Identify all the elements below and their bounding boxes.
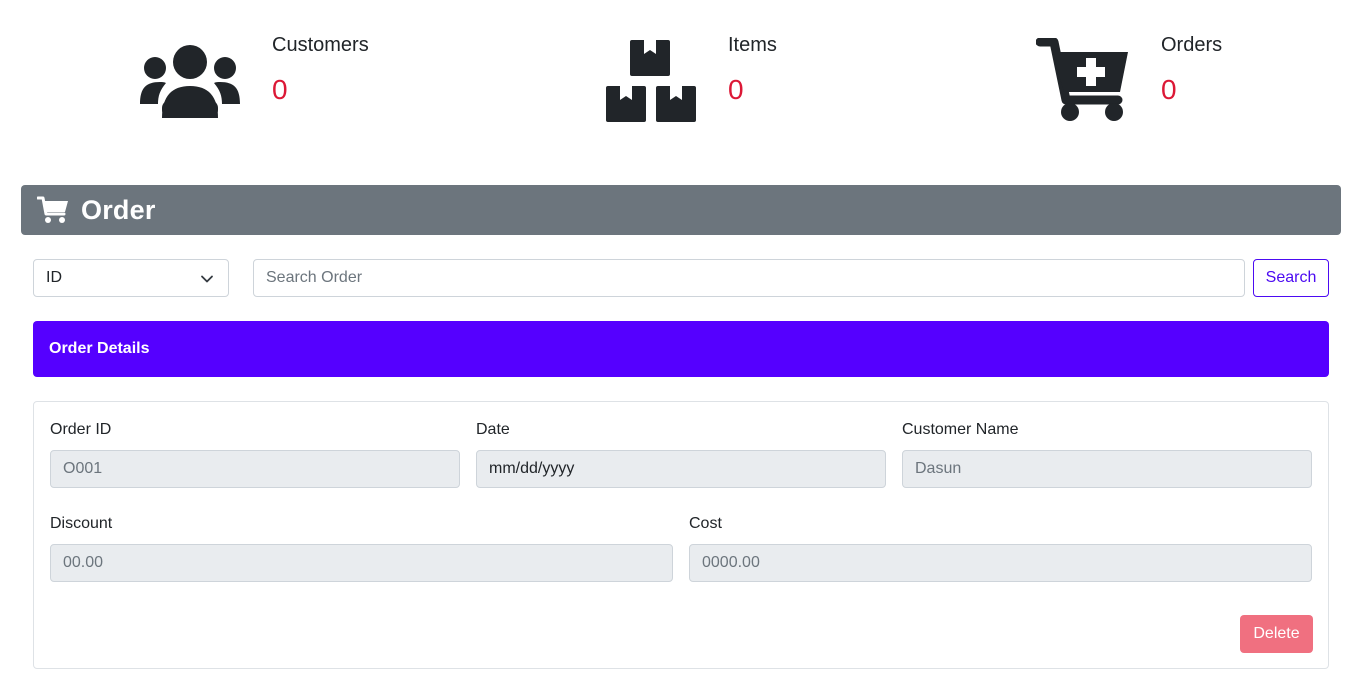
order-id-label: Order ID (50, 421, 112, 438)
cost-label: Cost (689, 515, 722, 532)
order-details-card: Order ID O001 Date mm/dd/yyyy Customer N… (33, 401, 1329, 669)
cost-field[interactable]: 0000.00 (689, 544, 1312, 582)
search-filter-select[interactable]: ID (33, 259, 229, 297)
customer-name-field[interactable]: Dasun (902, 450, 1312, 488)
users-icon (140, 45, 240, 118)
customers-count: 0 (272, 74, 288, 105)
search-placeholder: Search Order (266, 269, 363, 286)
orders-count: 0 (1161, 74, 1177, 105)
customer-name-value: Dasun (915, 460, 962, 477)
cart-plus-icon (1036, 38, 1128, 121)
boxes-icon (606, 40, 696, 122)
customers-label: Customers (272, 34, 369, 56)
shopping-cart-icon (37, 196, 68, 223)
order-id-field[interactable]: O001 (50, 450, 460, 488)
section-title: Order (81, 194, 156, 225)
chevron-down-icon (201, 275, 213, 283)
discount-label: Discount (50, 515, 113, 532)
customer-name-label: Customer Name (902, 421, 1019, 438)
search-order-input[interactable]: Search Order (253, 259, 1245, 297)
delete-button[interactable]: Delete (1240, 615, 1313, 653)
date-field[interactable]: mm/dd/yyyy (476, 450, 886, 488)
order-details-header: Order Details (33, 321, 1329, 377)
discount-value: 00.00 (63, 554, 104, 571)
search-filter-value: ID (46, 269, 62, 286)
items-count: 0 (728, 74, 744, 105)
date-label: Date (476, 421, 510, 438)
order-id-value: O001 (63, 460, 103, 477)
discount-field[interactable]: 00.00 (50, 544, 673, 582)
cost-value: 0000.00 (702, 554, 760, 571)
date-value: mm/dd/yyyy (489, 460, 575, 477)
orders-label: Orders (1161, 34, 1223, 56)
items-label: Items (728, 34, 777, 56)
order-section-header: Order (21, 185, 1341, 235)
search-button[interactable]: Search (1253, 259, 1329, 297)
